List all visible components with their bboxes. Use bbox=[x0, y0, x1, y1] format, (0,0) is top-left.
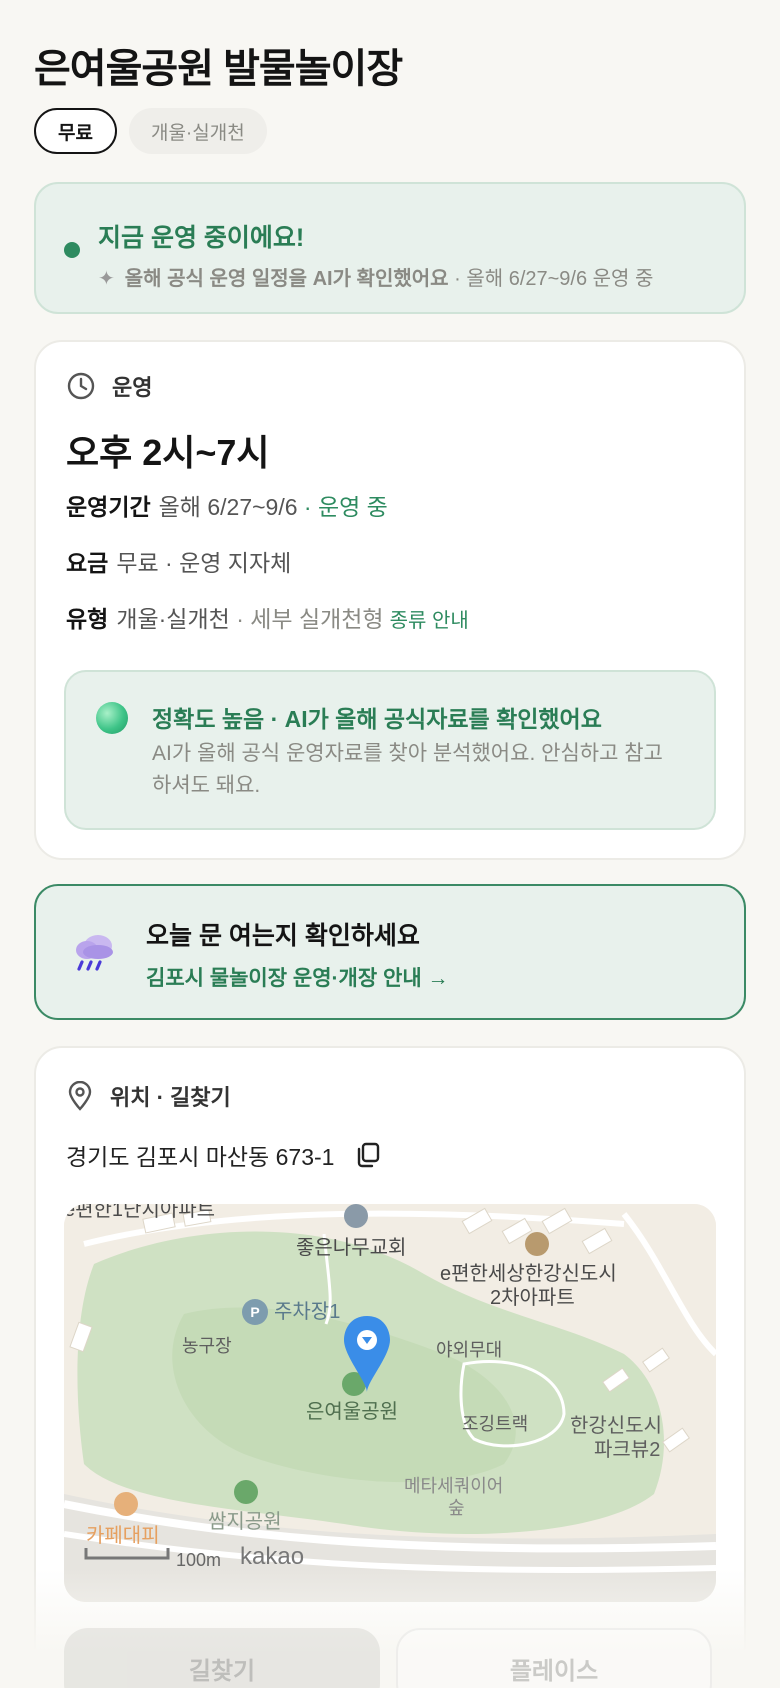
status-title: 지금 운영 중이에요! bbox=[98, 224, 305, 252]
status-subtitle: ✦ 올해 공식 운영 일정을 AI가 확인했어요 · 올해 6/27~9/6 운영… bbox=[98, 262, 653, 291]
copy-icon[interactable] bbox=[354, 1141, 382, 1169]
operation-card: 운영 오후 2시~7시 운영기간 올해 6/27~9/6 · 운영 중 요금 무료 … bbox=[34, 340, 746, 860]
map-label-meta: 메타세쿼이어 bbox=[404, 1476, 503, 1496]
type-label: 유형 bbox=[66, 606, 109, 632]
period-label: 운영기간 bbox=[66, 494, 151, 520]
map-label-top-apt: e편한1단지아파트 bbox=[64, 1204, 215, 1221]
operation-header: 운영 bbox=[66, 370, 152, 402]
map-label-park: 은여울공원 bbox=[306, 1400, 398, 1423]
svg-text:P: P bbox=[250, 1304, 259, 1320]
ai-accuracy-title: 정확도 높음 · AI가 올해 공식자료를 확인했어요 bbox=[152, 706, 602, 732]
notice-title: 오늘 문 여는지 확인하세요 bbox=[146, 922, 420, 950]
map-label-track: 조깅트랙 bbox=[462, 1414, 528, 1434]
period-row: 운영기간 올해 6/27~9/6 · 운영 중 bbox=[66, 488, 388, 522]
directions-button[interactable]: 길찾기 bbox=[64, 1628, 380, 1688]
type-value: 개울·실개천 bbox=[116, 606, 230, 632]
map-canvas: P e편한1단지아파트 좋은나무교회 e편한세상한강신도시 2차아파트 주차장1… bbox=[64, 1204, 716, 1602]
fee-value: 무료 · 운영 지자체 bbox=[116, 550, 292, 576]
location-map[interactable]: P e편한1단지아파트 좋은나무교회 e편한세상한강신도시 2차아파트 주차장1… bbox=[64, 1204, 716, 1602]
map-label-cafe: 카페대피 bbox=[86, 1524, 160, 1547]
period-value: 올해 6/27~9/6 bbox=[158, 494, 298, 520]
fee-row: 요금 무료 · 운영 지자체 bbox=[66, 544, 291, 578]
map-label-apt2: e편한세상한강신도시 bbox=[440, 1262, 617, 1285]
fee-label: 요금 bbox=[66, 550, 109, 576]
type-detail: · 세부 실개천형 bbox=[236, 606, 384, 632]
status-card: 지금 운영 중이에요! ✦ 올해 공식 운영 일정을 AI가 확인했어요 · 올해… bbox=[34, 182, 746, 314]
rain-cloud-icon bbox=[76, 935, 113, 971]
map-label-park-view-line2: 파크뷰2 bbox=[594, 1438, 660, 1461]
map-scale-label: 100m bbox=[176, 1550, 221, 1570]
ai-accuracy-description: AI가 올해 공식 운영자료를 찾아 분석했어요. 안심하고 참고하셔도 돼요. bbox=[152, 742, 663, 797]
operating-hours: 오후 2시~7시 bbox=[66, 432, 270, 473]
chip-free[interactable]: 무료 bbox=[34, 108, 117, 154]
place-button[interactable]: 플레이스 bbox=[396, 1628, 712, 1688]
map-brand-logo: kakao bbox=[240, 1543, 304, 1570]
map-label-court: 농구장 bbox=[182, 1336, 232, 1356]
map-label-stage: 야외무대 bbox=[436, 1340, 502, 1360]
map-label-park-view: 한강신도시 bbox=[570, 1414, 662, 1437]
status-ai-note: 올해 공식 운영 일정을 AI가 확인했어요 bbox=[124, 268, 449, 290]
notice-link[interactable]: 김포시 물놀이장 운영·개장 안내 → bbox=[146, 962, 449, 992]
chip-type[interactable]: 개울·실개천 bbox=[128, 108, 267, 154]
address-text: 경기도 김포시 마산동 673-1 bbox=[66, 1144, 335, 1170]
map-label-church: 좋은나무교회 bbox=[296, 1236, 406, 1259]
address-row: 경기도 김포시 마산동 673-1 bbox=[66, 1138, 382, 1172]
ai-orb-icon bbox=[96, 702, 128, 734]
map-label-meta-line2: 숲 bbox=[448, 1498, 465, 1518]
map-label-apt2-line2: 2차아파트 bbox=[490, 1286, 575, 1309]
page-title: 은여울공원 발물놀이장 bbox=[34, 47, 403, 91]
location-section-title: 위치 · 길찾기 bbox=[110, 1085, 231, 1110]
type-guide-link[interactable]: 종류 안내 bbox=[390, 610, 469, 632]
operation-section-title: 운영 bbox=[112, 375, 153, 400]
check-open-notice[interactable]: 오늘 문 여는지 확인하세요 김포시 물놀이장 운영·개장 안내 → bbox=[34, 884, 746, 1020]
type-row: 유형 개울·실개천 · 세부 실개천형 종류 안내 bbox=[66, 600, 469, 634]
sparkle-icon: ✦ bbox=[98, 268, 115, 290]
clock-icon bbox=[67, 372, 95, 400]
status-period: · 올해 6/27~9/6 운영 중 bbox=[448, 268, 654, 290]
action-buttons: 길찾기 플레이스 bbox=[64, 1628, 712, 1688]
period-status: · 운영 중 bbox=[303, 494, 388, 520]
tag-chips: 무료 개울·실개천 bbox=[34, 108, 267, 154]
ai-accuracy-box: 정확도 높음 · AI가 올해 공식자료를 확인했어요 AI가 올해 공식 운영… bbox=[64, 670, 716, 830]
status-dot-icon bbox=[64, 242, 80, 258]
map-label-ssamji: 쌈지공원 bbox=[208, 1510, 282, 1533]
location-pin-icon bbox=[68, 1081, 92, 1111]
map-label-parking: 주차장1 bbox=[274, 1300, 340, 1323]
location-header: 위치 · 길찾기 bbox=[66, 1080, 231, 1112]
